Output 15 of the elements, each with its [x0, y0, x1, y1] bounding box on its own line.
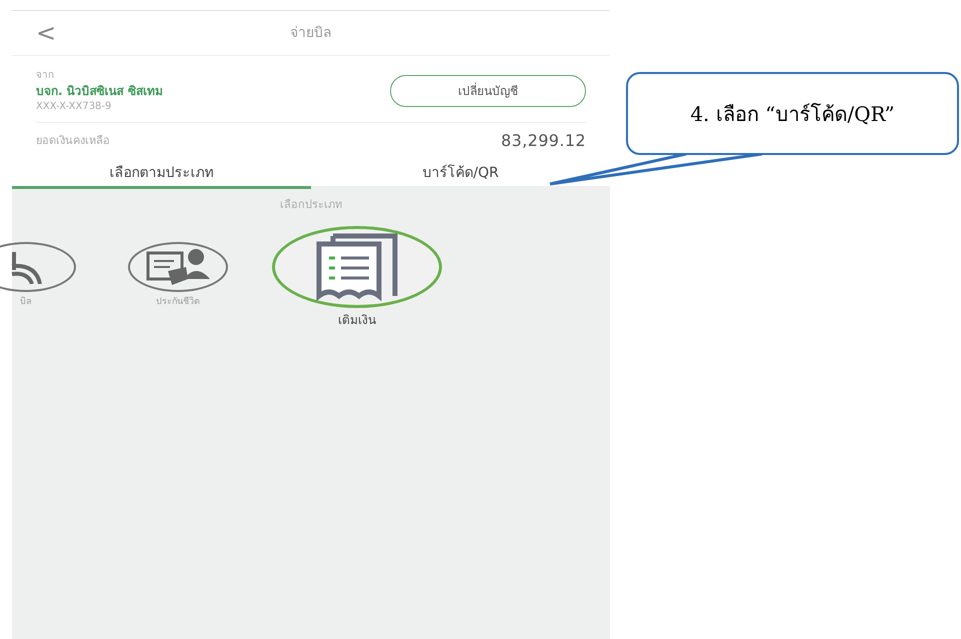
balance-amount: 83,299.12 — [500, 130, 586, 152]
account-name: บจก. นิวบิสซิเนส ซิสเทม — [36, 83, 163, 99]
category-item[interactable]: เติมเงิน — [272, 226, 442, 328]
category-label: บิล — [20, 296, 32, 308]
callout-text: 4. เลือก “บาร์โค้ด/QR” — [690, 100, 895, 128]
back-button[interactable]: < — [36, 21, 56, 45]
signal-icon — [10, 250, 42, 284]
category-label: เติมเงิน — [338, 312, 376, 328]
from-label: จาก — [36, 69, 55, 83]
category-label: ประกันชีวิต — [156, 296, 200, 308]
change-account-button[interactable]: เปลี่ยนบัญชี — [390, 75, 586, 107]
screen-title: จ่ายบิล — [290, 24, 332, 43]
balance-label: ยอดเงินคงเหลือ — [36, 132, 110, 149]
category-heading: เลือกประเภท — [280, 197, 342, 213]
account-number: XXX-X-XX738-9 — [36, 100, 112, 114]
